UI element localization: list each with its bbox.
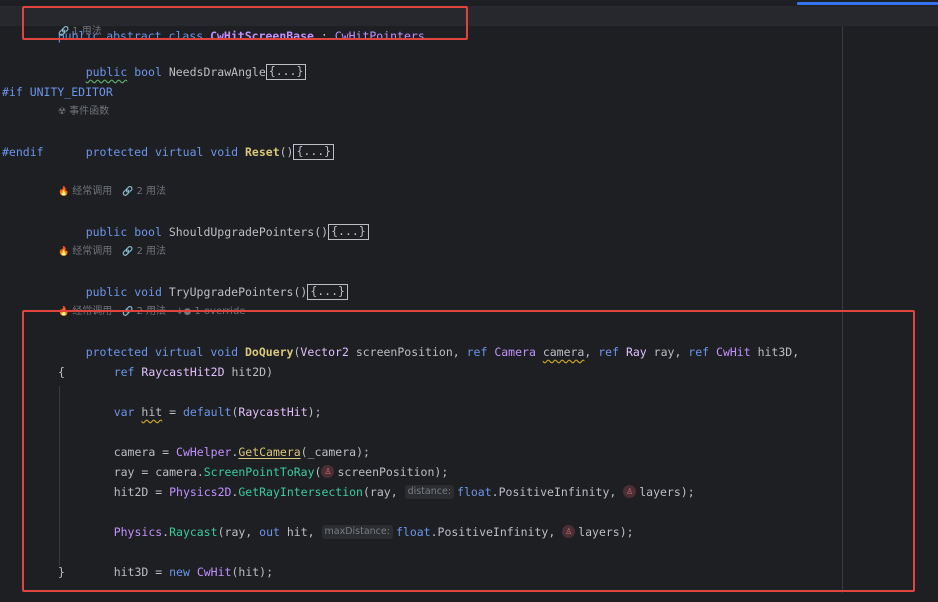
frequent-usages-hint[interactable]: 🔥 经常调用 🔗 2 用法 (58, 242, 166, 262)
code-editor[interactable]: public abstract class CwHitScreenBase : … (0, 0, 938, 593)
link-icon: 🔗 (122, 247, 134, 257)
parameter-hint-icon: ♙ (623, 485, 637, 498)
code-line-if-editor[interactable]: #if UNITY_EDITOR (2, 82, 113, 102)
parameter-hint-icon: ♙ (562, 525, 576, 538)
code-line-endif[interactable]: #endif (2, 142, 44, 162)
code-line-camera-assign[interactable]: camera = CwHelper.GetCamera(_camera); (86, 422, 370, 459)
fold-button[interactable]: {...} (307, 283, 348, 300)
link-icon: 🔗 (122, 307, 134, 317)
override-icon: ↓● (175, 307, 192, 317)
code-line-hit3d-assign[interactable]: hit3D = new CwHit(hit); (86, 542, 273, 579)
code-line-open-brace[interactable]: { (58, 362, 65, 382)
code-line-hit2d-assign[interactable]: hit2D = Physics2D.GetRayIntersection(ray… (86, 462, 695, 499)
class-name: CwHitScreenBase (210, 29, 314, 43)
fire-icon: 🔥 (58, 187, 70, 197)
base-class-link: CwHitPointers (334, 29, 425, 43)
code-line-ray-assign[interactable]: ray = camera.ScreenPointToRay(♙ screenPos… (86, 442, 448, 479)
parameter-hint-distance: distance: (404, 484, 455, 499)
link-icon: 🔗 (58, 27, 70, 37)
code-line-should-upgrade[interactable]: public bool ShouldUpgradePointers() {...} (58, 202, 369, 240)
active-tab-indicator (797, 2, 938, 5)
code-line-needs-draw-angle[interactable]: public bool NeedsDrawAngle {...} (58, 42, 307, 80)
frequent-usages-override-hint[interactable]: 🔥 经常调用 🔗 2 用法 ↓● 1 override (58, 302, 245, 322)
fold-button[interactable]: {...} (293, 143, 335, 160)
code-line-physics-raycast[interactable]: Physics.Raycast(ray, out hit, maxDistanc… (86, 502, 634, 539)
unity-event-icon: ☢ (58, 107, 67, 117)
right-margin-guide (842, 26, 843, 593)
fire-icon: 🔥 (58, 247, 70, 257)
fold-button[interactable]: {...} (265, 63, 307, 80)
code-line-try-upgrade[interactable]: public void TryUpgradePointers() {...} (58, 262, 348, 300)
link-icon: 🔗 (122, 187, 134, 197)
usages-hint[interactable]: 🔗 1 用法 (58, 22, 102, 42)
parameter-hint-max-distance: maxDistance: (321, 524, 393, 539)
fire-icon: 🔥 (58, 307, 70, 317)
event-function-hint[interactable]: ☢ 事件函数 (58, 102, 109, 122)
frequent-usages-hint[interactable]: 🔥 经常调用 🔗 2 用法 (58, 182, 166, 202)
code-line-close-brace[interactable]: } (58, 562, 65, 582)
code-line-do-query-cont[interactable]: ref RaycastHit2D hit2D) (86, 342, 273, 379)
code-line-do-query[interactable]: protected virtual void DoQuery(Vector2 s… (58, 322, 799, 359)
indent-guide (59, 386, 60, 566)
code-line-reset[interactable]: protected virtual void Reset() {...} (58, 122, 335, 160)
code-line-var-hit[interactable]: var hit = default(RaycastHit); (86, 382, 322, 419)
fold-button[interactable]: {...} (328, 223, 369, 240)
